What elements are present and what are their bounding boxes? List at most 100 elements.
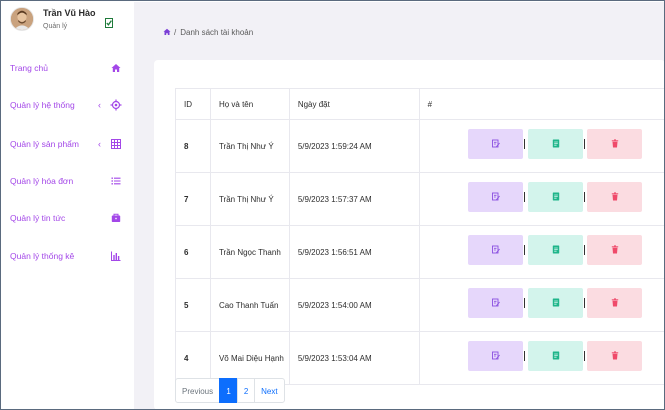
- edit-button[interactable]: [467, 129, 523, 159]
- delete-button[interactable]: [586, 182, 642, 212]
- delete-button[interactable]: [586, 235, 642, 265]
- trash-icon: [611, 192, 618, 201]
- check-icon: [105, 13, 113, 28]
- row-actions: [420, 120, 664, 172]
- delete-button[interactable]: [586, 288, 642, 318]
- sidebar-item-system[interactable]: Quản lý hệ thống ‹: [10, 99, 122, 113]
- trash-icon: [611, 139, 618, 148]
- view-button[interactable]: [527, 235, 583, 265]
- button-divider: [583, 192, 585, 202]
- button-divider: [523, 139, 525, 149]
- document-icon: [552, 192, 559, 201]
- cell-id: 5: [175, 278, 211, 332]
- cell-id: 4: [175, 331, 211, 385]
- breadcrumb: / Danh sách tài khoản: [163, 28, 253, 40]
- app-frame: Trần Vũ Hào Quản lý Trang chủ Quản lý hệ…: [0, 0, 665, 410]
- cell-actions: [418, 331, 664, 385]
- pagination-previous[interactable]: Previous: [175, 378, 221, 403]
- document-icon: [552, 245, 559, 254]
- view-button[interactable]: [527, 341, 583, 371]
- home-icon: [110, 62, 122, 74]
- sidebar-item-label: Quản lý thống kê: [10, 251, 75, 261]
- sidebar-item-home[interactable]: Trang chủ: [10, 62, 122, 76]
- row-actions: [420, 226, 664, 278]
- chevron-left-icon: ‹: [98, 100, 101, 110]
- cell-id: 8: [175, 119, 211, 173]
- sidebar: Trần Vũ Hào Quản lý Trang chủ Quản lý hệ…: [2, 2, 134, 409]
- sidebar-item-label: Quản lý hóa đơn: [10, 176, 74, 186]
- main-content: / Danh sách tài khoản ID Họ và tên Ngày đ…: [134, 2, 664, 409]
- pagination-page-2[interactable]: 2: [237, 378, 256, 403]
- sidebar-item-label: Quản lý hệ thống: [10, 100, 75, 110]
- table-header-row: ID Họ và tên Ngày đặt #: [175, 88, 664, 120]
- column-header-date: Ngày đặt: [288, 88, 420, 120]
- document-icon: [552, 351, 559, 360]
- pagination-next[interactable]: Next: [254, 378, 285, 403]
- list-icon: [110, 175, 122, 187]
- cell-name: Trần Ngọc Thanh: [209, 225, 290, 279]
- cell-date: 5/9/2023 1:57:37 AM: [288, 172, 420, 226]
- edit-icon: [491, 139, 500, 148]
- cell-actions: [418, 119, 664, 173]
- document-icon: [552, 298, 559, 307]
- button-divider: [523, 245, 525, 255]
- pagination-page-1[interactable]: 1: [219, 378, 239, 403]
- view-button[interactable]: [527, 129, 583, 159]
- button-divider: [523, 351, 525, 361]
- bar-chart-icon: [110, 250, 122, 262]
- row-actions: [420, 332, 664, 384]
- cell-name: Võ Mai Diệu Hạnh: [209, 331, 290, 385]
- briefcase-icon: [110, 212, 122, 224]
- row-actions: [420, 279, 664, 331]
- table-row: 6 Trần Ngọc Thanh 5/9/2023 1:56:51 AM: [175, 225, 664, 279]
- orders-table: ID Họ và tên Ngày đặt # 8 Trần Thị Như Ý5…: [175, 88, 664, 385]
- view-button[interactable]: [527, 182, 583, 212]
- cell-actions: [418, 278, 664, 332]
- trash-icon: [611, 351, 618, 360]
- edit-icon: [491, 192, 500, 201]
- edit-button[interactable]: [467, 235, 523, 265]
- column-header-id: ID: [175, 88, 211, 120]
- sidebar-item-label: Trang chủ: [10, 63, 48, 73]
- edit-button[interactable]: [467, 182, 523, 212]
- button-divider: [583, 298, 585, 308]
- grid-icon: [110, 138, 122, 150]
- breadcrumb-current: Danh sách tài khoản: [180, 28, 254, 37]
- cell-id: 6: [175, 225, 211, 279]
- cell-date: 5/9/2023 1:56:51 AM: [288, 225, 420, 279]
- document-icon: [552, 139, 559, 148]
- edit-button[interactable]: [467, 341, 523, 371]
- edit-button[interactable]: [467, 288, 523, 318]
- column-header-name: Họ và tên: [209, 88, 290, 120]
- table-row: 7 Trần Thị Như Ý 5/9/2023 1:57:37 AM: [175, 172, 664, 226]
- button-divider: [583, 139, 585, 149]
- target-icon: [110, 99, 122, 111]
- view-button[interactable]: [527, 288, 583, 318]
- home-icon[interactable]: [163, 28, 171, 36]
- button-divider: [583, 351, 585, 361]
- delete-button[interactable]: [586, 341, 642, 371]
- sidebar-item-news[interactable]: Quản lý tin tức: [10, 212, 122, 226]
- sidebar-item-label: Quản lý sản phẩm: [10, 139, 79, 149]
- edit-icon: [491, 245, 500, 254]
- chevron-left-icon: ‹: [98, 139, 101, 149]
- cell-name: Trần Thị Như Ý: [209, 172, 290, 226]
- delete-button[interactable]: [586, 129, 642, 159]
- row-actions: [420, 173, 664, 225]
- sidebar-item-invoices[interactable]: Quản lý hóa đơn: [10, 175, 122, 189]
- button-divider: [523, 298, 525, 308]
- breadcrumb-separator: /: [174, 28, 177, 37]
- sidebar-item-products[interactable]: Quản lý sản phẩm ‹: [10, 138, 122, 152]
- cell-date: 5/9/2023 1:59:24 AM: [288, 119, 420, 173]
- table-row: 4 Võ Mai Diệu Hạnh 5/9/2023 1:53:04 AM: [175, 331, 664, 385]
- table-row: 5 Cao Thanh Tuấn 5/9/2023 1:54:00 AM: [175, 278, 664, 332]
- cell-actions: [418, 172, 664, 226]
- cell-name: Cao Thanh Tuấn: [209, 278, 290, 332]
- button-divider: [583, 245, 585, 255]
- pagination: Previous 1 2 Next: [175, 378, 285, 403]
- sidebar-item-statistics[interactable]: Quản lý thống kê: [10, 250, 122, 264]
- column-header-actions: #: [418, 88, 664, 120]
- avatar: [10, 7, 34, 31]
- trash-icon: [611, 298, 618, 307]
- user-profile[interactable]: Trần Vũ Hào Quản lý: [10, 7, 130, 39]
